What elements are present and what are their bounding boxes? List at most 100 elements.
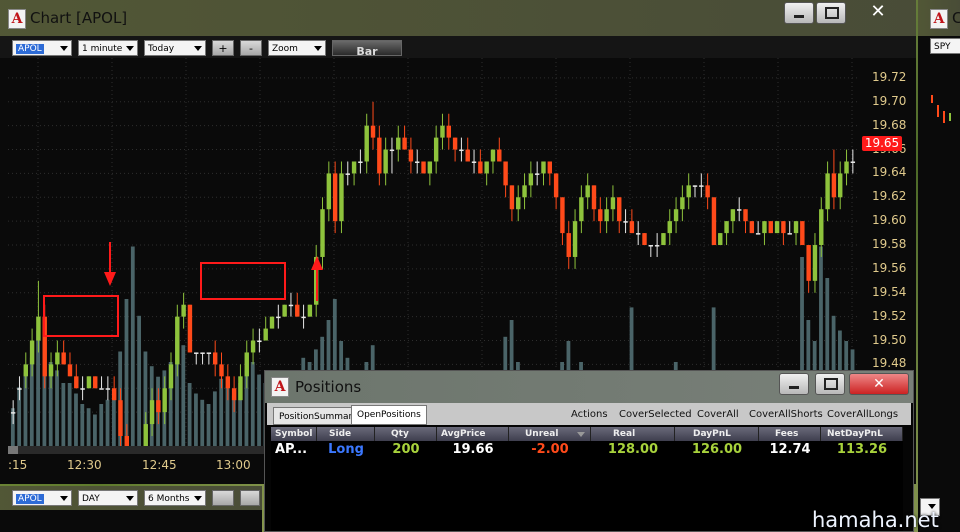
volume-bar-30: [200, 399, 205, 446]
volume-bar-18: [124, 299, 129, 446]
cover-all-shorts-button[interactable]: CoverAllShorts: [749, 409, 823, 420]
candle-body-88: [566, 233, 571, 257]
chart-style-button[interactable]: Bar: [332, 40, 402, 56]
candle-body-125: [800, 221, 805, 246]
table-row[interactable]: AP... Long 200 19.66 -2.00 128.00 126.00…: [271, 442, 903, 458]
price-tick-8: 19.56: [872, 260, 907, 275]
horizontal-scrollbar[interactable]: [8, 446, 268, 454]
daily-zoom-in-button[interactable]: [212, 490, 234, 506]
symbol-dropdown[interactable]: APOL: [12, 40, 72, 56]
daily-zoom-out-button[interactable]: [240, 490, 260, 506]
candle-body-78: [503, 161, 508, 186]
spy-chart-window[interactable]: A C SPY: [918, 0, 960, 532]
volume-bar-11: [80, 404, 85, 446]
chart-window-titlebar[interactable]: [0, 0, 916, 36]
zoom-out-button[interactable]: -: [240, 40, 262, 56]
candle-body-119: [762, 221, 767, 234]
candle-body-67: [433, 137, 439, 162]
candle-body-55: [358, 161, 363, 163]
candle-body-41: [269, 316, 275, 329]
volume-bar-15: [105, 399, 110, 446]
candle-body-54: [351, 161, 357, 174]
daily-range-dropdown[interactable]: 6 Months: [144, 490, 206, 506]
zoom-dropdown[interactable]: Zoom: [268, 40, 326, 56]
cell-netdaypnl: 113.26: [836, 442, 888, 457]
candle-body-113: [724, 221, 729, 234]
candle-body-118: [755, 233, 761, 235]
column-header-real[interactable]: Real: [591, 427, 675, 441]
volume-bar-7: [55, 370, 59, 446]
candle-body-101: [648, 245, 654, 247]
volume-bar-32: [212, 391, 217, 446]
candle-body-79: [509, 185, 515, 210]
cell-unreal: -2.00: [531, 442, 569, 457]
candle-body-102: [654, 245, 660, 247]
chart-minimize-button[interactable]: [784, 2, 814, 24]
candle-body-72: [465, 149, 470, 162]
candle-body-24: [162, 388, 167, 413]
candle-body-80: [516, 197, 521, 210]
price-tick-0: 19.72: [872, 69, 907, 84]
positions-minimize-button[interactable]: [779, 373, 809, 395]
candle-body-35: [231, 388, 237, 401]
candle-body-74: [478, 161, 483, 174]
volume-bar-19: [130, 246, 135, 446]
candle-body-82: [528, 173, 534, 186]
candle-body-129: [825, 173, 830, 210]
candle-body-62: [402, 137, 407, 150]
candle-body-43: [282, 304, 287, 317]
column-header-qty[interactable]: Qty: [375, 427, 437, 441]
annotation-arrow-up-head: [311, 256, 323, 270]
interval-dropdown[interactable]: 1 minute: [78, 40, 138, 56]
candle-body-9: [67, 364, 73, 377]
candle-body-84: [541, 161, 546, 174]
candle-body-53: [345, 173, 350, 175]
candle-body-76: [490, 149, 496, 162]
daily-symbol-dropdown[interactable]: APOL: [12, 490, 72, 506]
column-header-side[interactable]: Side: [317, 427, 375, 441]
candle-body-86: [553, 173, 559, 198]
candle-body-112: [718, 233, 723, 246]
column-header-fees[interactable]: Fees: [759, 427, 821, 441]
range-dropdown[interactable]: Today: [144, 40, 206, 56]
candle-body-13: [93, 376, 98, 389]
scrollbar-thumb[interactable]: [8, 446, 18, 454]
cover-all-button[interactable]: CoverAll: [697, 409, 739, 420]
column-header-avgprice[interactable]: AvgPrice: [437, 427, 509, 441]
candle-body-1: [17, 388, 22, 390]
minimize-icon: [794, 15, 804, 18]
candle-body-124: [793, 221, 799, 234]
positions-close-button[interactable]: ✕: [849, 373, 909, 395]
column-header-symbol[interactable]: Symbol: [271, 427, 317, 441]
chart-close-button[interactable]: ✕: [856, 2, 900, 22]
positions-maximize-button[interactable]: [815, 373, 845, 395]
candle-body-117: [749, 221, 755, 234]
actions-menu[interactable]: Actions: [571, 409, 608, 420]
tab-position-summary[interactable]: PositionSummary: [273, 407, 364, 425]
daily-chart-window[interactable]: APOL DAY 6 Months: [0, 486, 262, 532]
spy-symbol-value: SPY: [934, 42, 951, 52]
price-tick-4: 19.64: [872, 165, 907, 180]
candle-body-131: [838, 173, 843, 198]
cover-selected-button[interactable]: CoverSelected: [619, 409, 692, 420]
candle-body-91: [585, 185, 590, 198]
volume-bar-27: [181, 345, 186, 446]
chart-window-title: Chart [APOL]: [30, 9, 128, 27]
column-header-daypnl[interactable]: DayPnL: [675, 427, 759, 441]
time-tick-2: 12:45: [142, 458, 177, 472]
chart-maximize-button[interactable]: [816, 2, 846, 24]
zoom-in-button[interactable]: +: [212, 40, 234, 56]
candle-body-6: [48, 364, 54, 377]
candle-body-121: [774, 221, 780, 234]
daily-interval-dropdown[interactable]: DAY: [78, 490, 138, 506]
cover-all-longs-button[interactable]: CoverAllLongs: [827, 409, 898, 420]
candle-body-106: [680, 197, 685, 210]
candle-body-111: [711, 197, 717, 246]
price-tick-12: 19.48: [872, 356, 907, 371]
daily-symbol-arrow-icon: [60, 496, 68, 501]
tab-open-positions[interactable]: OpenPositions: [351, 405, 427, 425]
candle-body-59: [383, 149, 388, 174]
zoom-dropdown-arrow-icon: [314, 46, 322, 51]
column-header-netdaypnl[interactable]: NetDayPnL: [821, 427, 903, 441]
spy-symbol-dropdown[interactable]: SPY: [930, 38, 960, 54]
